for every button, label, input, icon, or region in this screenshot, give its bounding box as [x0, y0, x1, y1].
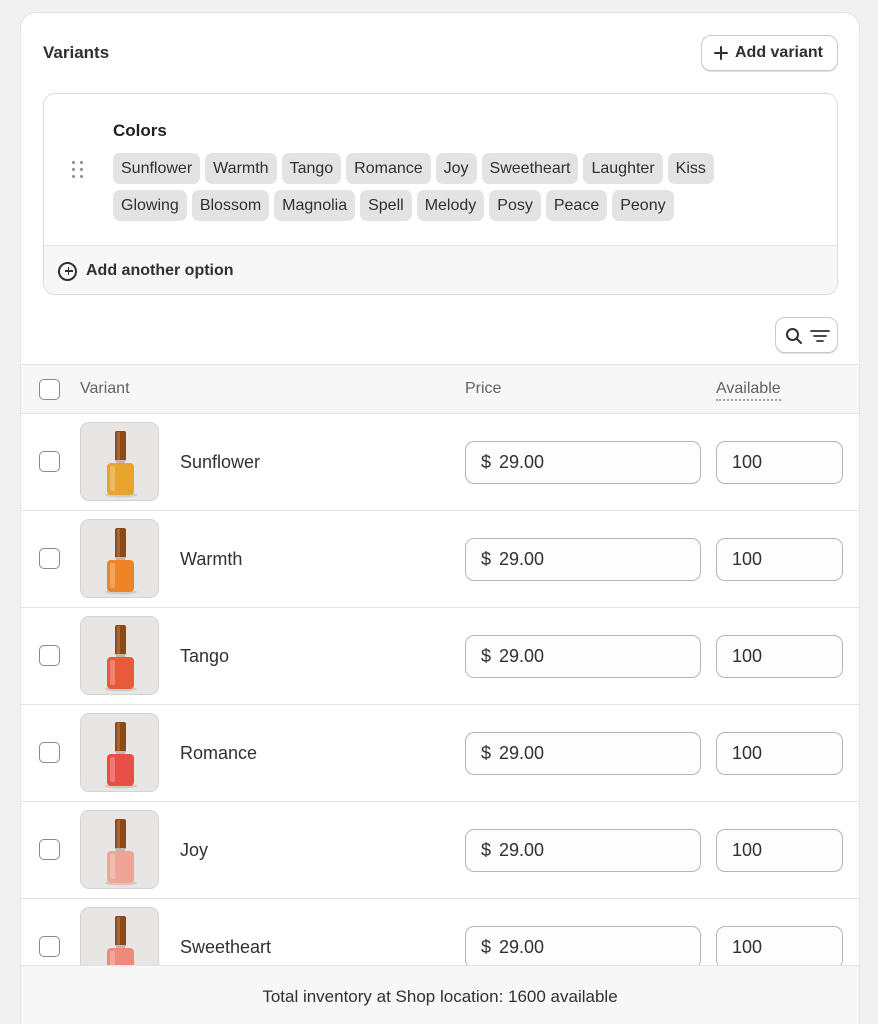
variant-name[interactable]: Sweetheart: [180, 937, 271, 958]
option-value-tag[interactable]: Blossom: [191, 190, 270, 221]
table-header: Variant Price Available: [21, 364, 859, 414]
nail-polish-bottle-image: [105, 722, 137, 789]
available-input[interactable]: 100: [716, 732, 843, 775]
currency-symbol: $: [481, 646, 492, 666]
option-value-tag[interactable]: Posy: [489, 190, 541, 221]
option-value-tag[interactable]: Magnolia: [274, 190, 356, 221]
price-value: 29.00: [499, 840, 545, 860]
currency-symbol: $: [481, 743, 492, 763]
available-input[interactable]: 100: [716, 441, 843, 484]
row-checkbox[interactable]: [39, 645, 60, 666]
variants-card: Variants Add variant Colors Sunflower War…: [20, 12, 860, 1024]
variant-name[interactable]: Tango: [180, 646, 229, 667]
price-input[interactable]: $29.00: [465, 441, 701, 484]
variant-thumbnail[interactable]: [80, 422, 159, 501]
price-value: 29.00: [499, 646, 545, 666]
price-input[interactable]: $29.00: [465, 635, 701, 678]
circle-plus-icon: [58, 261, 77, 281]
variant-name[interactable]: Romance: [180, 743, 257, 764]
card-title: Variants: [43, 43, 110, 62]
add-another-option-label: Add another option: [86, 262, 234, 279]
price-input[interactable]: $29.00: [465, 926, 701, 969]
currency-symbol: $: [481, 452, 492, 472]
currency-symbol: $: [481, 840, 492, 860]
available-value: 100: [732, 937, 763, 957]
option-value-tag[interactable]: Glowing: [113, 190, 187, 221]
row-checkbox[interactable]: [39, 548, 60, 569]
add-variant-label: Add variant: [734, 44, 823, 61]
available-value: 100: [732, 743, 763, 763]
option-values[interactable]: Sunflower Warmth Tango Romance Joy Sweetheart…: [113, 153, 773, 221]
table-row[interactable]: Romance $29.00 100: [21, 705, 859, 802]
price-input[interactable]: $29.00: [465, 538, 701, 581]
card-header: Variants Add variant: [21, 13, 859, 93]
variant-name[interactable]: Warmth: [180, 549, 242, 570]
variant-thumbnail[interactable]: [80, 713, 159, 792]
available-input[interactable]: 100: [716, 829, 843, 872]
filter-icon: [810, 330, 830, 342]
price-input[interactable]: $29.00: [465, 829, 701, 872]
drag-handle-icon[interactable]: [72, 161, 84, 179]
available-input[interactable]: 100: [716, 635, 843, 678]
column-header-price: Price: [465, 380, 502, 397]
option-group: Colors Sunflower Warmth Tango Romance Joy Swe…: [43, 93, 838, 295]
option-value-tag[interactable]: Spell: [360, 190, 412, 221]
total-inventory-text: Total inventory at Shop location: 1600 a…: [262, 987, 618, 1006]
select-all-checkbox[interactable]: [39, 379, 60, 400]
option-value-tag[interactable]: Peace: [545, 190, 608, 221]
option-value-tag[interactable]: Kiss: [667, 153, 714, 184]
option-value-tag[interactable]: Sunflower: [113, 153, 201, 184]
plus-icon: [713, 46, 728, 60]
available-value: 100: [732, 452, 763, 472]
search-icon: [786, 328, 802, 344]
option-value-tag[interactable]: Warmth: [205, 153, 277, 184]
option-value-tag[interactable]: Sweetheart: [481, 153, 579, 184]
column-header-variant: Variant: [80, 380, 130, 397]
option-value-tag[interactable]: Laughter: [583, 153, 663, 184]
table-row[interactable]: Sunflower $29.00 100: [21, 414, 859, 511]
option-value-tag[interactable]: Tango: [281, 153, 342, 184]
row-checkbox[interactable]: [39, 839, 60, 860]
price-value: 29.00: [499, 452, 545, 472]
nail-polish-bottle-image: [105, 431, 137, 498]
variant-thumbnail[interactable]: [80, 810, 159, 889]
nail-polish-bottle-image: [105, 625, 137, 692]
option-name[interactable]: Colors: [113, 121, 167, 141]
available-value: 100: [732, 646, 763, 666]
variant-thumbnail[interactable]: [80, 519, 159, 598]
available-value: 100: [732, 549, 763, 569]
available-input[interactable]: 100: [716, 926, 843, 969]
price-input[interactable]: $29.00: [465, 732, 701, 775]
variant-thumbnail[interactable]: [80, 616, 159, 695]
price-value: 29.00: [499, 937, 545, 957]
search-filter-button[interactable]: [775, 317, 838, 353]
row-checkbox[interactable]: [39, 936, 60, 957]
price-value: 29.00: [499, 743, 545, 763]
variant-name[interactable]: Joy: [180, 840, 208, 861]
price-value: 29.00: [499, 549, 545, 569]
table-row[interactable]: Joy $29.00 100: [21, 802, 859, 899]
option-value-tag[interactable]: Melody: [416, 190, 485, 221]
nail-polish-bottle-image: [105, 819, 137, 886]
table-row[interactable]: Tango $29.00 100: [21, 608, 859, 705]
column-header-available[interactable]: Available: [716, 380, 781, 401]
variant-name[interactable]: Sunflower: [180, 452, 260, 473]
row-checkbox[interactable]: [39, 742, 60, 763]
available-value: 100: [732, 840, 763, 860]
add-variant-button[interactable]: Add variant: [700, 35, 838, 71]
add-another-option-button[interactable]: Add another option: [44, 245, 837, 294]
inventory-footer: Total inventory at Shop location: 1600 a…: [21, 965, 859, 1024]
table-row[interactable]: Warmth $29.00 100: [21, 511, 859, 608]
option-value-tag[interactable]: Peony: [612, 190, 674, 221]
row-checkbox[interactable]: [39, 451, 60, 472]
option-value-tag[interactable]: Joy: [435, 153, 477, 184]
currency-symbol: $: [481, 549, 492, 569]
nail-polish-bottle-image: [105, 528, 137, 595]
option-value-tag[interactable]: Romance: [346, 153, 431, 184]
currency-symbol: $: [481, 937, 492, 957]
available-input[interactable]: 100: [716, 538, 843, 581]
